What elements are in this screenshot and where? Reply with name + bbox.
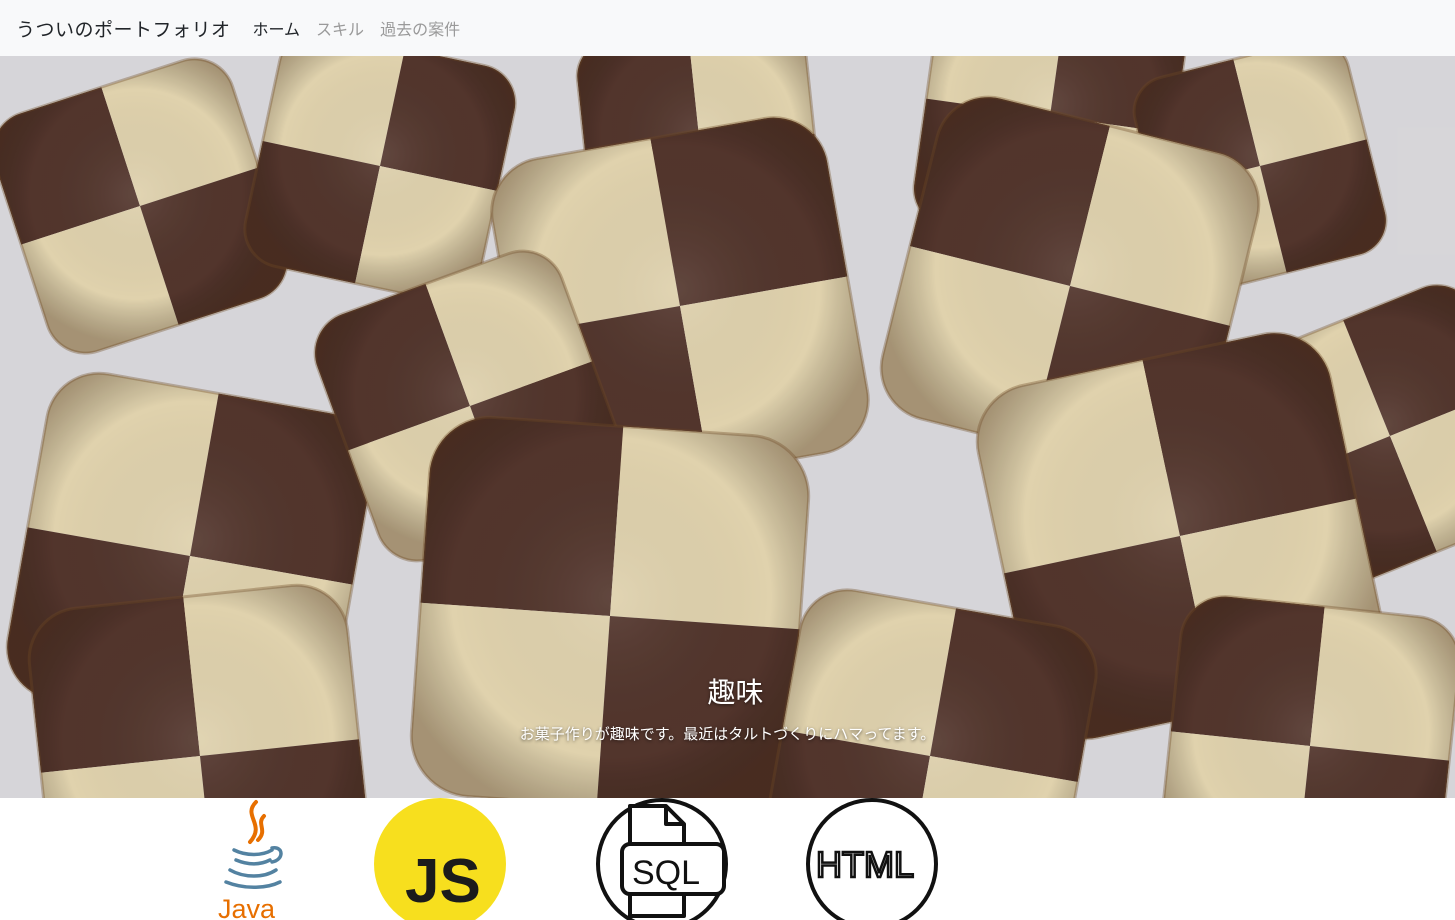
html-logo: HTML xyxy=(806,798,938,920)
html-logo-text: HTML xyxy=(816,844,914,885)
sql-logo: SQL xyxy=(596,798,728,920)
skills-logo-row: Java JS SQL HTML xyxy=(0,798,1455,920)
java-logo-text: Java xyxy=(218,894,276,920)
javascript-logo: JS xyxy=(374,798,506,920)
nav-link-past-projects[interactable]: 過去の案件 xyxy=(380,16,460,40)
brand-title[interactable]: うついのポートフォリオ xyxy=(16,15,231,42)
java-logo: Java xyxy=(218,800,283,920)
sql-logo-text: SQL xyxy=(632,854,700,892)
top-navbar: うついのポートフォリオ ホーム スキル 過去の案件 xyxy=(0,0,1455,56)
nav-link-home[interactable]: ホーム xyxy=(253,16,301,40)
hero-carousel-slide: 趣味 お菓子作りが趣味です。最近はタルトづくりにハマってます。 xyxy=(0,56,1455,798)
hero-caption: 趣味 お菓子作りが趣味です。最近はタルトづくりにハマってます。 xyxy=(0,671,1455,744)
javascript-logo-text: JS xyxy=(405,847,481,916)
hero-caption-text: お菓子作りが趣味です。最近はタルトづくりにハマってます。 xyxy=(519,725,936,743)
hero-caption-title: 趣味 xyxy=(707,676,764,709)
nav-link-skills[interactable]: スキル xyxy=(316,16,364,40)
